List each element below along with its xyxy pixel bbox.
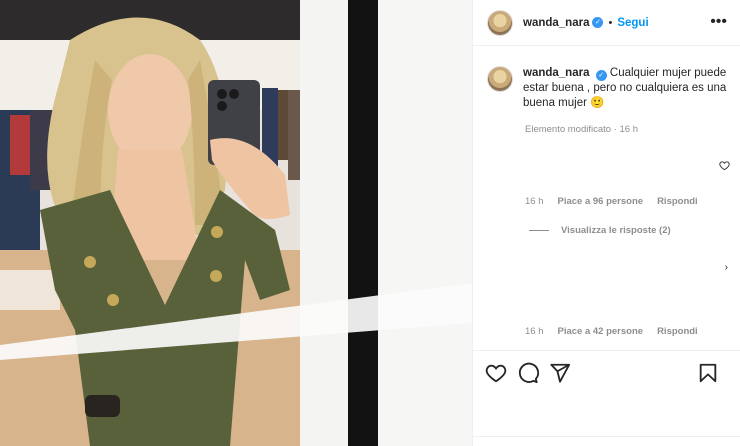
replies-divider bbox=[529, 230, 549, 231]
share-icon[interactable] bbox=[549, 362, 571, 384]
reply-button[interactable]: Rispondi bbox=[657, 326, 698, 337]
follow-button[interactable]: Segui bbox=[617, 17, 648, 29]
comment-icon[interactable] bbox=[517, 362, 539, 384]
comment-meta-1: 16 h Piace a 96 persone Rispondi bbox=[525, 196, 698, 207]
bookmark-icon[interactable] bbox=[697, 362, 719, 384]
post-side-panel: wanda_nara ✓ • Segui ••• wanda_nara ✓ Cu… bbox=[472, 0, 740, 446]
panel-footer bbox=[473, 436, 740, 446]
comment-meta-2: 16 h Piace a 42 persone Rispondi bbox=[525, 326, 698, 337]
caption-avatar[interactable] bbox=[487, 66, 513, 92]
verified-badge-icon: ✓ bbox=[592, 17, 604, 28]
photo-illustration bbox=[0, 0, 472, 446]
comment-time: 16 h bbox=[525, 196, 544, 207]
view-replies-label: Visualizza le risposte (2) bbox=[561, 225, 671, 236]
caption-body: wanda_nara ✓ Cualquier mujer puede estar… bbox=[523, 66, 727, 111]
comment-time: 16 h bbox=[525, 326, 544, 337]
view-replies-button[interactable]: Visualizza le risposte (2) bbox=[529, 225, 671, 236]
more-options-icon[interactable]: ••• bbox=[710, 14, 727, 30]
caption-username[interactable]: wanda_nara bbox=[523, 67, 589, 79]
caption-edited-label: Elemento modificato · 16 h bbox=[525, 124, 639, 135]
avatar[interactable] bbox=[487, 9, 513, 36]
verified-badge-icon: ✓ bbox=[595, 70, 607, 81]
reply-button[interactable]: Rispondi bbox=[657, 196, 698, 207]
comment-likes[interactable]: Piace a 96 persone bbox=[558, 196, 644, 207]
heart-icon[interactable] bbox=[485, 362, 507, 384]
separator-dot: • bbox=[608, 16, 613, 29]
action-bar bbox=[473, 350, 740, 394]
post-photo[interactable] bbox=[0, 0, 472, 446]
username[interactable]: wanda_nara bbox=[523, 17, 589, 29]
chevron-icon[interactable]: › bbox=[725, 262, 728, 273]
comment-like-heart-icon[interactable] bbox=[719, 160, 730, 171]
comment-likes[interactable]: Piace a 42 persone bbox=[558, 326, 644, 337]
caption: wanda_nara ✓ Cualquier mujer puede estar… bbox=[487, 66, 727, 111]
post-header: wanda_nara ✓ • Segui ••• bbox=[473, 0, 740, 46]
